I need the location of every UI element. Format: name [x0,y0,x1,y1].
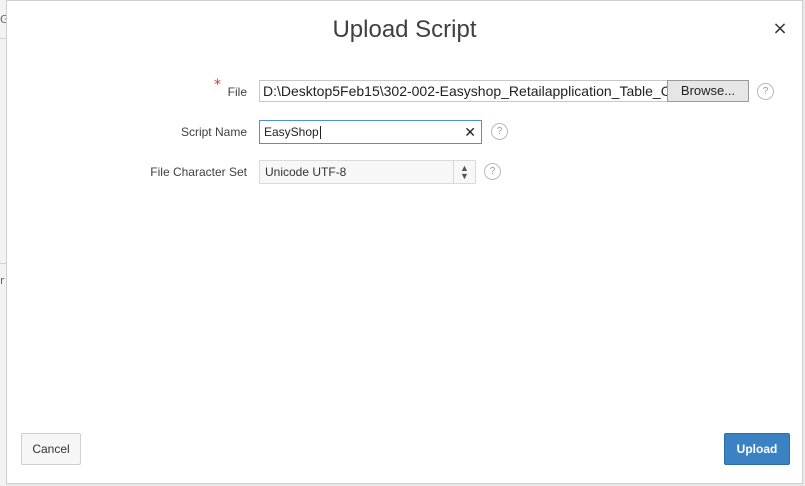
clear-icon[interactable]: ✕ [464,121,476,143]
charset-label: File Character Set [150,165,247,179]
file-label: File [227,85,247,99]
upload-button[interactable]: Upload [724,433,790,465]
help-icon[interactable]: ? [484,163,501,180]
file-path-field[interactable]: D:\Desktop5Feb15\302-002-Easyshop_Retail… [259,80,668,102]
dialog-title: Upload Script [332,16,477,43]
browse-button[interactable]: Browse... [667,80,749,102]
close-icon[interactable]: × [770,19,790,39]
script-name-label: Script Name [180,125,247,139]
chevron-up-down-icon[interactable]: ▲ ▼ [453,161,475,183]
script-name-input[interactable]: EasyShop ✕ [259,120,482,144]
text-caret [319,126,321,140]
help-icon[interactable]: ? [757,83,774,100]
cancel-button[interactable]: Cancel [21,433,81,465]
charset-select[interactable]: Unicode UTF-8 ▲ ▼ [259,160,476,184]
script-name-value: EasyShop [264,125,319,139]
background-text: r [0,274,5,287]
upload-script-dialog: Upload Script × * File D:\Desktop5Feb15\… [6,0,803,484]
charset-value: Unicode UTF-8 [265,165,347,179]
help-icon[interactable]: ? [491,123,508,140]
